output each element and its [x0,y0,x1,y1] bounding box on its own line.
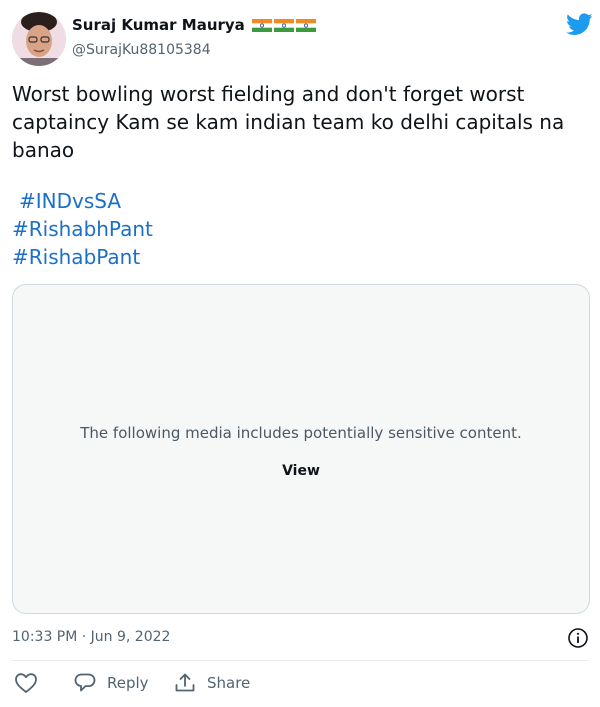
hashtag-link[interactable]: #RishabPant [12,243,153,271]
tweet-text: Worst bowling worst fielding and don't f… [12,82,565,162]
action-bar: Reply Share [12,672,588,698]
user-name-row: Suraj Kumar Maurya [72,16,316,34]
tweet-card: Suraj Kumar Maurya @SurajKu88105384 Wors… [0,0,600,707]
india-flag-icon [273,18,294,32]
hashtag-link[interactable]: #RishabhPant [12,215,153,243]
india-flag-icon [295,18,316,32]
hashtag-link[interactable]: #INDvsSA [12,187,153,215]
heart-icon [15,673,37,693]
sensitive-content-notice: The following media includes potentially… [80,424,522,442]
share-icon [175,673,195,692]
user-handle[interactable]: @SurajKu88105384 [72,42,211,58]
comment-icon [74,673,96,692]
reply-button[interactable]: Reply [73,672,149,694]
tweet-timestamp[interactable]: 10:33 PM · Jun 9, 2022 [12,629,170,645]
flag-badges [251,18,316,32]
info-icon[interactable] [567,627,589,649]
twitter-bird-icon[interactable] [566,13,593,36]
share-label: Share [207,674,251,692]
like-button[interactable] [14,672,38,694]
divider [12,660,588,661]
india-flag-icon [251,18,272,32]
avatar[interactable] [12,12,66,66]
share-button[interactable]: Share [173,672,250,694]
reply-label: Reply [107,674,149,692]
sensitive-media-card: The following media includes potentially… [12,284,590,614]
hashtag-list: #INDvsSA #RishabhPant #RishabPant [12,187,153,271]
view-media-button[interactable]: View [274,461,328,481]
display-name[interactable]: Suraj Kumar Maurya [72,16,245,34]
